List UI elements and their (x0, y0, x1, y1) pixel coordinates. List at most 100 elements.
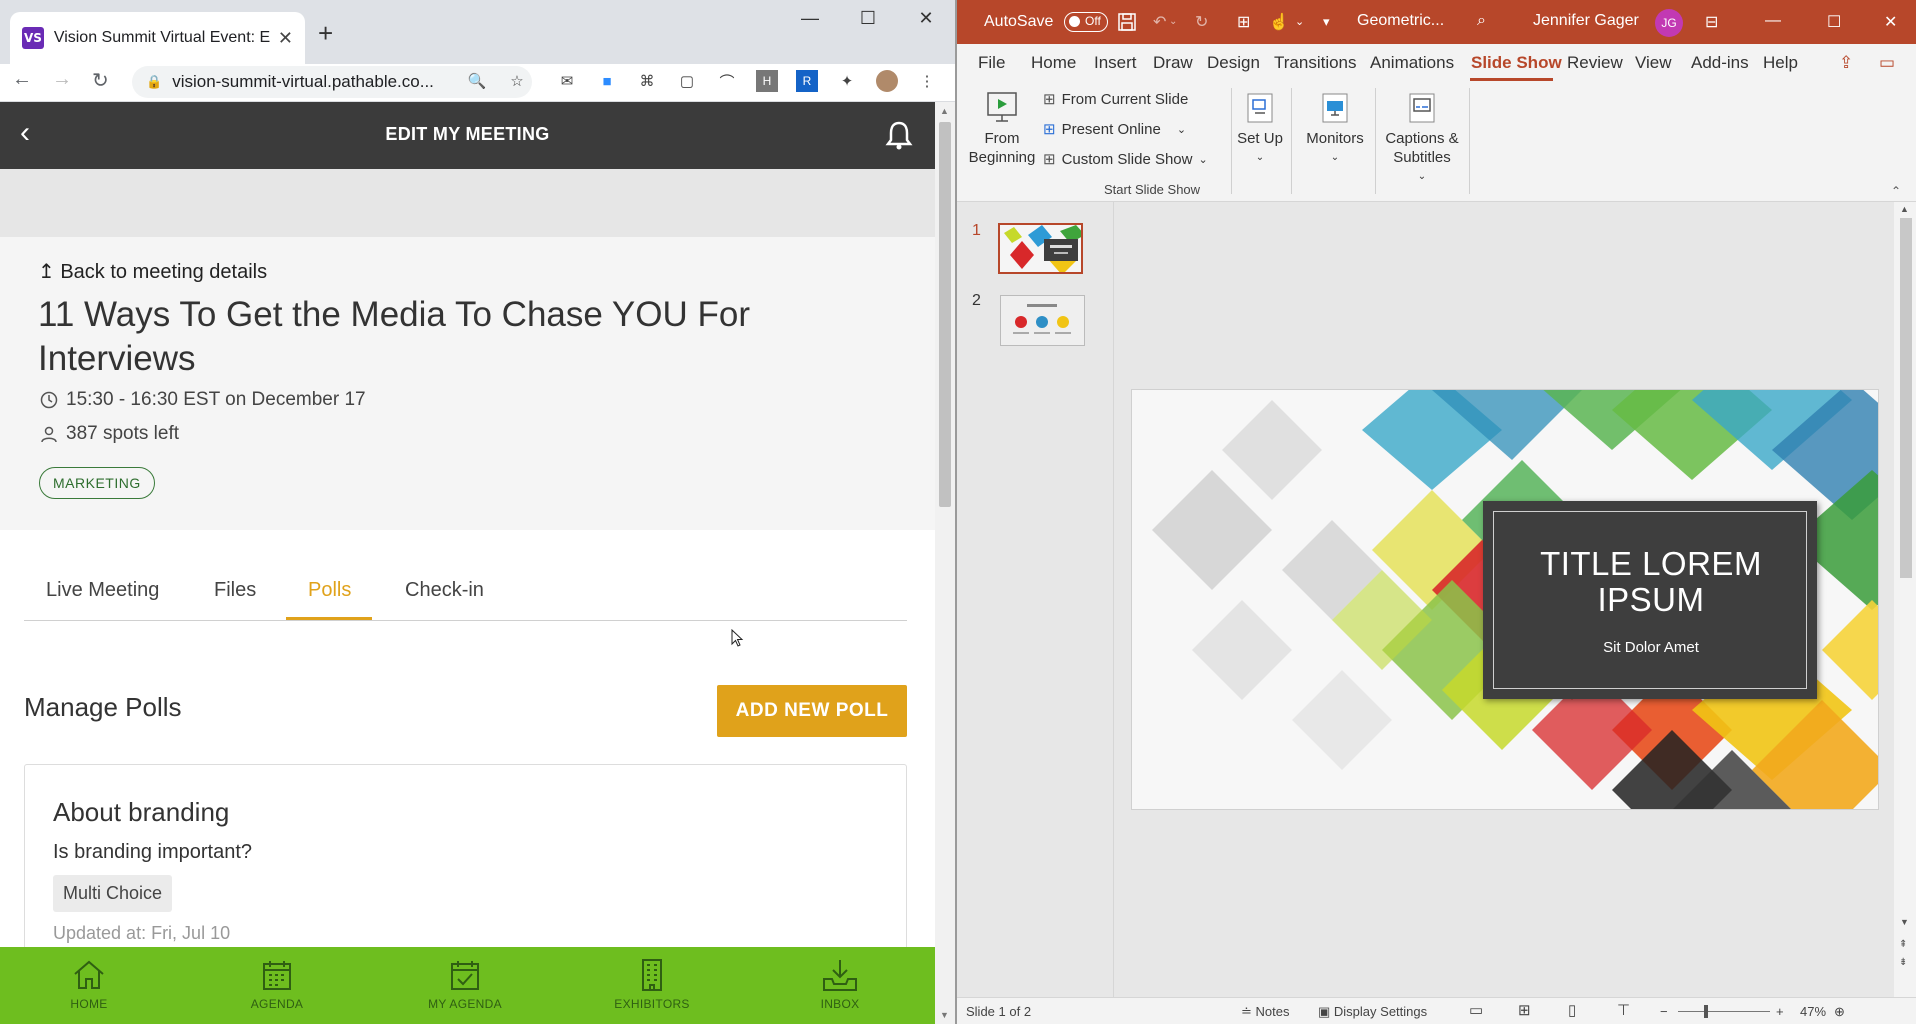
menu-review[interactable]: Review (1567, 53, 1623, 73)
close-tab-icon[interactable]: ✕ (278, 28, 293, 49)
ppt-maximize-icon[interactable]: ☐ (1827, 12, 1841, 32)
user-name[interactable]: Jennifer Gager (1533, 12, 1639, 30)
next-slide-icon[interactable]: ⇟ (1899, 957, 1907, 968)
fit-to-window-icon[interactable]: ⊕ (1834, 1004, 1845, 1020)
minimize-icon[interactable]: — (790, 8, 830, 29)
menu-add-ins[interactable]: Add-ins (1691, 53, 1749, 73)
slide-sorter-icon[interactable]: ⊞ (1518, 1001, 1531, 1019)
nav-exhibitors[interactable]: EXHIBITORS (592, 957, 712, 1011)
file-name[interactable]: Geometric... (1357, 12, 1444, 30)
back-arrow-icon[interactable]: ← (12, 68, 32, 91)
scroll-up-icon[interactable]: ▲ (1900, 204, 1909, 214)
touch-dropdown-icon[interactable]: ⌄ (1295, 15, 1304, 28)
custom-slide-show-button[interactable]: ⊞ Custom Slide Show ⌄ (1043, 150, 1208, 169)
extensions-puzzle-icon[interactable]: ✦ (836, 70, 858, 92)
reading-view-icon[interactable]: ▯ (1568, 1001, 1576, 1019)
extension-icon-h[interactable]: H (756, 70, 778, 92)
ppt-scrollbar-thumb[interactable] (1900, 218, 1912, 578)
share-icon[interactable]: ⇪ (1839, 53, 1853, 73)
autosave-control[interactable]: AutoSave Off (984, 12, 1108, 32)
reload-icon[interactable]: ↻ (92, 68, 109, 93)
captions-subtitles-button[interactable]: Captions & Subtitles ⌄ (1379, 90, 1465, 186)
zoom-extension-icon[interactable]: ■ (596, 70, 618, 92)
nav-agenda[interactable]: AGENDA (217, 957, 337, 1011)
setup-button[interactable]: Set Up ⌄ (1233, 90, 1287, 167)
undo-dropdown-icon[interactable]: ⌄ (1169, 16, 1177, 27)
scroll-up-icon[interactable]: ▲ (940, 106, 949, 116)
menu-view[interactable]: View (1635, 53, 1672, 73)
ppt-vertical-scrollbar[interactable]: ▲ ▼ ⇞ ⇟ (1894, 202, 1916, 997)
search-icon[interactable]: ⌕ (1477, 12, 1486, 30)
page-scrollbar[interactable]: ▲ ▼ (935, 102, 955, 1024)
slideshow-view-icon[interactable]: ⊤ (1617, 1001, 1630, 1019)
ppt-minimize-icon[interactable]: — (1765, 12, 1781, 30)
menu-home[interactable]: Home (1031, 53, 1076, 73)
present-icon[interactable]: ⊞ (1237, 12, 1250, 32)
scroll-down-icon[interactable]: ▼ (1900, 917, 1909, 927)
undo-icon[interactable]: ↶ (1153, 12, 1166, 32)
tab-polls[interactable]: Polls (308, 579, 351, 602)
save-icon[interactable] (1117, 12, 1137, 37)
zoom-icon[interactable]: 🔍 (466, 70, 488, 92)
browser-tab[interactable]: VS Vision Summit Virtual Event: Edit ✕ (10, 12, 305, 64)
normal-view-icon[interactable]: ▭ (1469, 1001, 1483, 1019)
new-tab-icon[interactable]: + (318, 18, 333, 49)
title-placeholder[interactable]: TITLE LOREM IPSUM Sit Dolor Amet (1483, 501, 1817, 699)
extension-icon-3[interactable]: ⌘ (636, 70, 658, 92)
close-window-icon[interactable]: ✕ (906, 8, 946, 29)
bell-icon[interactable] (885, 120, 913, 155)
menu-draw[interactable]: Draw (1153, 53, 1193, 73)
ppt-close-icon[interactable]: ✕ (1884, 12, 1897, 32)
from-current-slide-button[interactable]: ⊞ From Current Slide (1043, 90, 1188, 109)
menu-animations[interactable]: Animations (1370, 53, 1454, 73)
notes-button[interactable]: ≐ Notes (1241, 1004, 1289, 1020)
slide-title[interactable]: TITLE LOREM IPSUM (1494, 546, 1808, 618)
tab-files[interactable]: Files (214, 579, 256, 602)
user-avatar[interactable]: JG (1655, 9, 1683, 37)
zoom-slider[interactable] (1678, 1011, 1770, 1012)
mail-extension-icon[interactable]: ✉ (556, 70, 578, 92)
maximize-icon[interactable]: ☐ (848, 8, 888, 29)
extension-icon-r[interactable]: R (796, 70, 818, 92)
zoom-slider-thumb[interactable] (1704, 1005, 1708, 1018)
tab-check-in[interactable]: Check-in (405, 579, 484, 602)
scroll-down-icon[interactable]: ▼ (940, 1010, 949, 1020)
scrollbar-thumb[interactable] (939, 122, 951, 507)
menu-help[interactable]: Help (1763, 53, 1798, 73)
menu-file[interactable]: File (978, 53, 1005, 73)
forward-arrow-icon[interactable]: → (52, 68, 72, 91)
zoom-out-icon[interactable]: − (1660, 1004, 1668, 1019)
back-to-details-link[interactable]: ↥ Back to meeting details (38, 259, 267, 284)
zoom-in-icon[interactable]: + (1776, 1004, 1784, 1019)
bookmark-star-icon[interactable]: ☆ (506, 70, 528, 92)
slide-canvas[interactable]: TITLE LOREM IPSUM Sit Dolor Amet (1131, 389, 1879, 810)
touch-mode-icon[interactable]: ☝ (1269, 12, 1289, 32)
nav-inbox[interactable]: INBOX (780, 957, 900, 1011)
slide-thumbnail-2[interactable] (1000, 295, 1085, 346)
zoom-level[interactable]: 47% (1800, 1004, 1826, 1019)
extension-icon-4[interactable]: ▢ (676, 70, 698, 92)
slide-subtitle[interactable]: Sit Dolor Amet (1494, 639, 1808, 656)
nav-my-agenda[interactable]: MY AGENDA (405, 957, 525, 1011)
add-new-poll-button[interactable]: ADD NEW POLL (717, 685, 907, 737)
poll-card[interactable]: About branding Is branding important? Mu… (24, 764, 907, 964)
menu-transitions[interactable]: Transitions (1274, 53, 1357, 73)
comments-icon[interactable]: ▭ (1879, 53, 1895, 73)
slide-thumbnail-1[interactable] (998, 223, 1083, 274)
tab-live-meeting[interactable]: Live Meeting (46, 579, 159, 602)
from-beginning-button[interactable]: From Beginning (967, 90, 1037, 167)
display-settings-button[interactable]: ▣ Display Settings (1318, 1004, 1427, 1020)
extension-icon-5[interactable]: ⌒ (716, 70, 738, 92)
menu-slide-show[interactable]: Slide Show (1471, 53, 1562, 73)
customize-toolbar-icon[interactable]: ▾ (1323, 14, 1330, 30)
menu-insert[interactable]: Insert (1094, 53, 1137, 73)
autosave-toggle[interactable]: Off (1063, 12, 1108, 32)
menu-dots-icon[interactable]: ⋮ (916, 70, 938, 92)
profile-avatar[interactable] (876, 70, 898, 92)
redo-icon[interactable]: ↻ (1195, 12, 1208, 32)
category-tag[interactable]: MARKETING (39, 467, 155, 499)
nav-home[interactable]: HOME (29, 957, 149, 1011)
monitors-button[interactable]: Monitors ⌄ (1297, 90, 1373, 167)
previous-slide-icon[interactable]: ⇞ (1899, 939, 1907, 950)
ribbon-display-icon[interactable]: ⊟ (1705, 12, 1718, 32)
